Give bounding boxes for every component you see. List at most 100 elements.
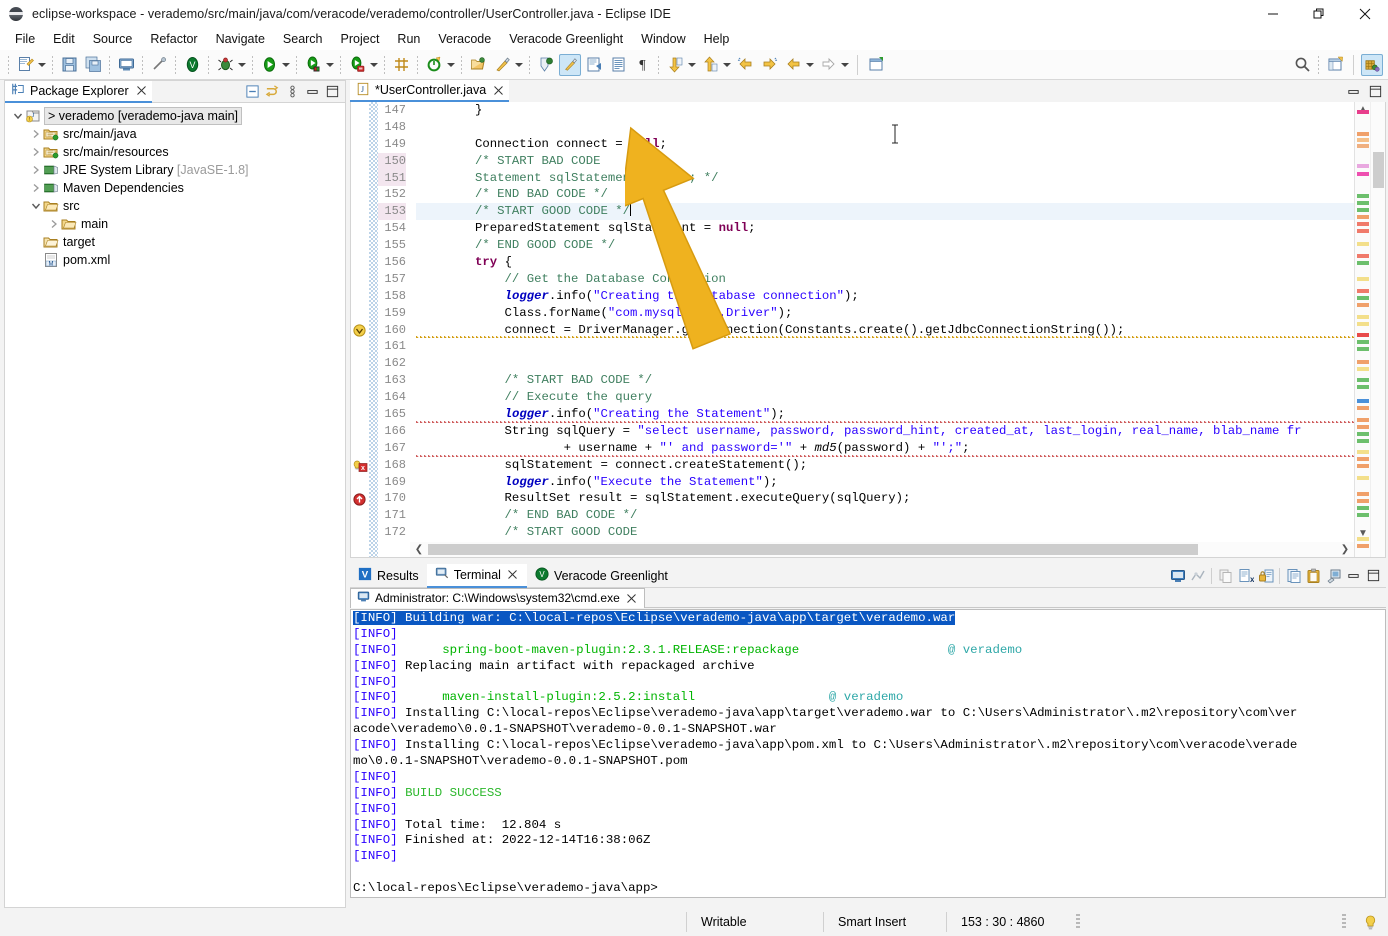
menu-navigate[interactable]: Navigate: [207, 29, 274, 49]
java-perspective-icon[interactable]: [1361, 53, 1383, 76]
close-icon[interactable]: [625, 592, 638, 605]
save-icon[interactable]: [58, 54, 80, 76]
lightbulb-icon[interactable]: [1364, 915, 1376, 930]
menu-source[interactable]: Source: [84, 29, 142, 49]
clear-terminal-icon[interactable]: x: [1236, 566, 1255, 585]
quick-access-search-icon[interactable]: [1291, 54, 1313, 76]
forward-icon[interactable]: [817, 54, 839, 76]
toggle-mark-occurrences-icon[interactable]: [148, 54, 170, 76]
tab-usercontroller-java[interactable]: J *UserController.java: [350, 80, 510, 102]
maximize-icon[interactable]: [1366, 82, 1384, 100]
chevron-right-icon[interactable]: [29, 180, 43, 196]
editor-horizontal-scrollbar[interactable]: ❮ ❯: [410, 542, 1354, 557]
overview-ruler-mark[interactable]: [1357, 164, 1369, 168]
open-terminal-icon[interactable]: [1168, 566, 1187, 585]
open-perspective-icon[interactable]: [1324, 54, 1346, 76]
minimize-icon[interactable]: [303, 83, 321, 101]
pilcrow-icon[interactable]: ¶: [631, 54, 653, 76]
close-icon[interactable]: [506, 568, 519, 581]
code-line[interactable]: Statement sqlStatement = null; */: [416, 170, 1354, 187]
minimize-icon[interactable]: [1344, 566, 1363, 585]
code-line[interactable]: [416, 119, 1354, 136]
menu-project[interactable]: Project: [332, 29, 389, 49]
code-line[interactable]: Connection connect = null;: [416, 136, 1354, 153]
overview-ruler-mark[interactable]: [1357, 432, 1369, 436]
tree-item-target[interactable]: target: [5, 233, 345, 251]
new-annotation-icon[interactable]: [423, 54, 445, 76]
scroll-right-icon[interactable]: ❯: [1336, 544, 1354, 555]
forward-history-icon[interactable]: [758, 54, 780, 76]
overview-ruler-mark[interactable]: [1357, 333, 1369, 337]
code-line[interactable]: /* START GOOD CODE */: [416, 203, 1354, 221]
code-line[interactable]: ResultSet result = sqlStatement.executeQ…: [416, 490, 1354, 507]
code-line[interactable]: logger.info("Creating the Statement");: [416, 406, 1354, 423]
menu-help[interactable]: Help: [695, 29, 739, 49]
overview-ruler-mark[interactable]: [1357, 322, 1369, 326]
show-source-quick-view-icon[interactable]: [607, 54, 629, 76]
maximize-button[interactable]: [1296, 0, 1342, 28]
editor-code-area[interactable]: } Connection connect = null; /* START BA…: [410, 102, 1354, 557]
coverage-icon[interactable]: [346, 54, 368, 76]
new-wizard-icon[interactable]: [14, 54, 36, 76]
view-menu-icon[interactable]: [283, 83, 301, 101]
close-icon[interactable]: [135, 84, 148, 97]
overview-ruler-mark[interactable]: [1357, 242, 1369, 246]
menu-refactor[interactable]: Refactor: [141, 29, 206, 49]
tree-item-src-main-resources[interactable]: src/main/resources: [5, 143, 345, 161]
next-annotation-dropdown-icon[interactable]: [687, 55, 696, 75]
external-tools-dropdown-icon[interactable]: [514, 55, 523, 75]
overview-ruler-mark[interactable]: [1357, 418, 1369, 422]
tab-package-explorer[interactable]: Package Explorer: [5, 80, 152, 103]
maximize-icon[interactable]: [323, 83, 341, 101]
overview-ruler-mark[interactable]: [1357, 194, 1369, 198]
save-all-icon[interactable]: [82, 54, 104, 76]
code-line[interactable]: [416, 338, 1354, 355]
overview-ruler-mark[interactable]: [1357, 499, 1369, 503]
overview-ruler-mark[interactable]: [1357, 450, 1369, 454]
code-line[interactable]: [416, 355, 1354, 372]
menu-search[interactable]: Search: [274, 29, 332, 49]
code-line[interactable]: // Get the Database Connection: [416, 271, 1354, 288]
menu-veracode-greenlight[interactable]: Veracode Greenlight: [500, 29, 632, 49]
overview-ruler-mark[interactable]: [1357, 385, 1369, 389]
overview-ruler-mark[interactable]: [1357, 215, 1369, 219]
overview-ruler-mark[interactable]: [1357, 506, 1369, 510]
overview-ruler-mark[interactable]: [1357, 537, 1369, 541]
chevron-down-icon[interactable]: [29, 198, 43, 214]
code-line[interactable]: /* START GOOD CODE: [416, 524, 1354, 541]
copy-icon[interactable]: [1216, 566, 1235, 585]
overview-ruler-mark[interactable]: [1357, 277, 1369, 281]
bottom-tab-results[interactable]: V Results: [350, 564, 427, 588]
editor-marker-gutter[interactable]: x: [351, 102, 369, 557]
chevron-right-icon[interactable]: [47, 216, 61, 232]
overview-ruler-mark[interactable]: [1357, 464, 1369, 468]
menu-file[interactable]: File: [6, 29, 44, 49]
overview-ruler-mark[interactable]: [1357, 172, 1369, 176]
menu-run[interactable]: Run: [388, 29, 429, 49]
overview-ruler-mark[interactable]: [1357, 406, 1369, 410]
overview-ruler-mark[interactable]: [1357, 261, 1369, 265]
overview-ruler-mark[interactable]: [1357, 144, 1369, 148]
code-line[interactable]: logger.info("Creating the Database conne…: [416, 288, 1354, 305]
warning-marker-icon[interactable]: [353, 324, 368, 339]
run-last-tool-icon[interactable]: [302, 54, 324, 76]
chevron-right-icon[interactable]: [29, 144, 43, 160]
tree-item-main[interactable]: main: [5, 215, 345, 233]
tree-item-pom-xml[interactable]: mMpom.xml: [5, 251, 345, 269]
new-annotation-dropdown-icon[interactable]: [446, 55, 455, 75]
settings-icon[interactable]: [1324, 566, 1343, 585]
show-whitespace-icon[interactable]: [559, 53, 581, 76]
code-line[interactable]: logger.info("Execute the Statement");: [416, 474, 1354, 491]
overview-ruler-mark[interactable]: [1357, 367, 1369, 371]
run-icon[interactable]: [258, 54, 280, 76]
scroll-lock-icon[interactable]: [1256, 566, 1275, 585]
code-line[interactable]: Class.forName("com.mysql.jdbc.Driver");: [416, 305, 1354, 322]
code-line[interactable]: }: [416, 102, 1354, 119]
editor-folding-stripe[interactable]: [369, 102, 378, 557]
code-line[interactable]: + username + "' and password='" + md5(pa…: [416, 439, 1354, 457]
code-line[interactable]: connect = DriverManager.getConnection(Co…: [416, 321, 1354, 339]
editor-overview-ruler[interactable]: ▲ ▼: [1354, 102, 1370, 557]
new-java-package-icon[interactable]: [390, 54, 412, 76]
back-history-icon[interactable]: [734, 54, 756, 76]
close-button[interactable]: [1342, 0, 1388, 28]
